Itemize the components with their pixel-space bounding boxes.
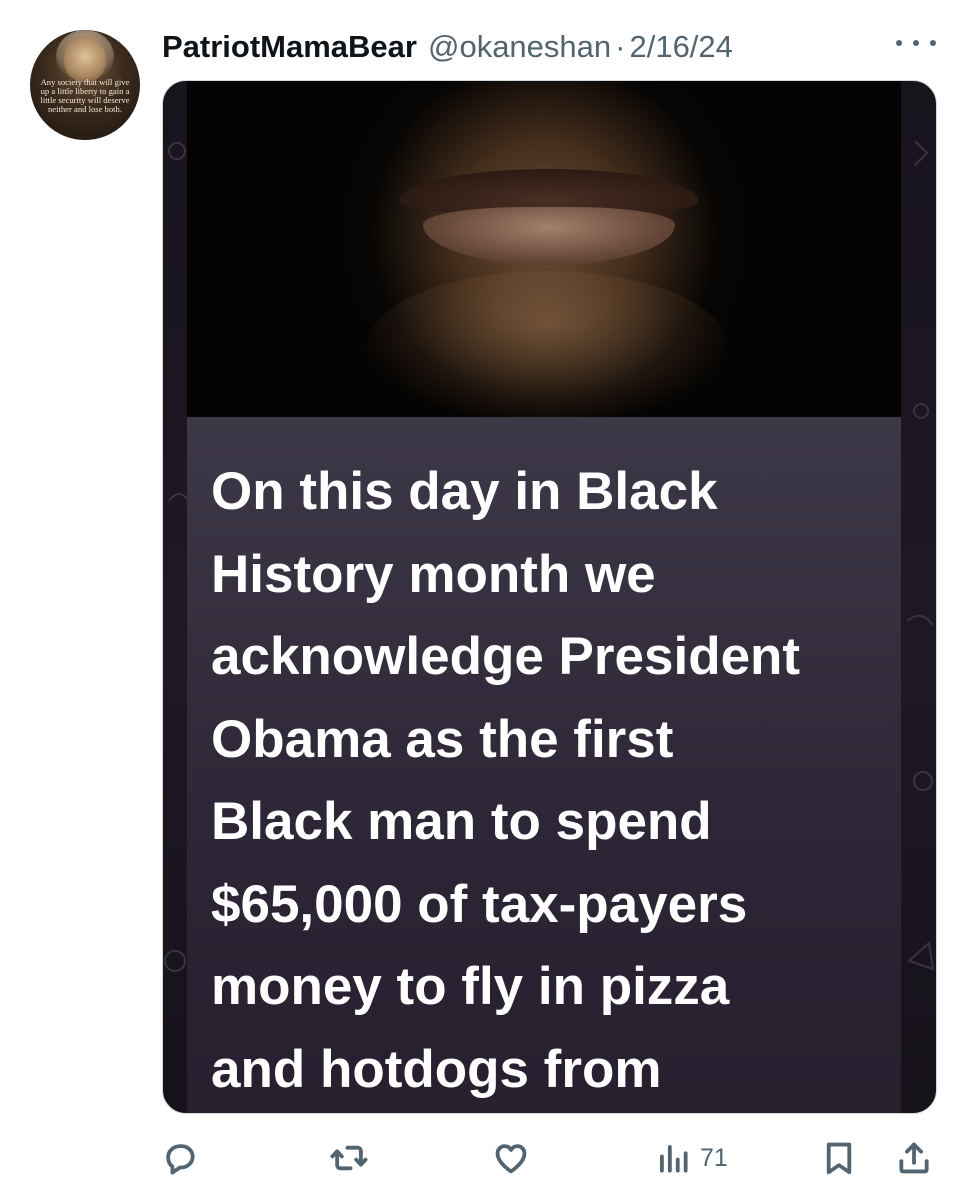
- heart-icon: [495, 1144, 527, 1174]
- bookmark-icon: [826, 1142, 852, 1175]
- meme-caption-text: On this day in Black History month we ac…: [211, 462, 801, 1099]
- more-dot: [930, 40, 936, 46]
- portrait-lower-lip: [423, 207, 675, 265]
- tweet-date[interactable]: 2/16/24: [629, 29, 732, 65]
- portrait-chin: [367, 271, 727, 417]
- share-button[interactable]: [895, 1136, 933, 1180]
- more-options-icon[interactable]: [896, 30, 936, 56]
- avatar-portrait-face: [64, 36, 106, 82]
- reply-button[interactable]: [161, 1136, 199, 1180]
- more-dot: [913, 40, 919, 46]
- reply-icon: [166, 1144, 195, 1175]
- meme-caption-box: On this day in Black History month we ac…: [187, 417, 901, 1113]
- portrait-photo: [187, 81, 901, 417]
- more-dot: [896, 40, 902, 46]
- bookmark-button[interactable]: [820, 1136, 858, 1180]
- author-display-name[interactable]: PatriotMamaBear: [162, 29, 417, 65]
- tweet-header: PatriotMamaBear @okaneshan · 2/16/24: [162, 27, 733, 67]
- tweet-media-image[interactable]: On this day in Black History month we ac…: [162, 80, 937, 1114]
- views-icon: [660, 1145, 688, 1173]
- repost-button[interactable]: [329, 1136, 369, 1180]
- views-button[interactable]: 71: [654, 1136, 728, 1180]
- header-separator: ·: [615, 29, 626, 64]
- share-icon: [899, 1142, 929, 1174]
- like-button[interactable]: [491, 1136, 531, 1180]
- avatar-quote: Any society that will give up a little l…: [40, 77, 130, 114]
- avatar[interactable]: Any society that will give up a little l…: [30, 30, 140, 140]
- repost-icon: [330, 1145, 368, 1171]
- tweet-action-bar: 71: [0, 1136, 967, 1186]
- author-handle[interactable]: @okaneshan: [428, 29, 611, 65]
- views-count: 71: [700, 1143, 728, 1172]
